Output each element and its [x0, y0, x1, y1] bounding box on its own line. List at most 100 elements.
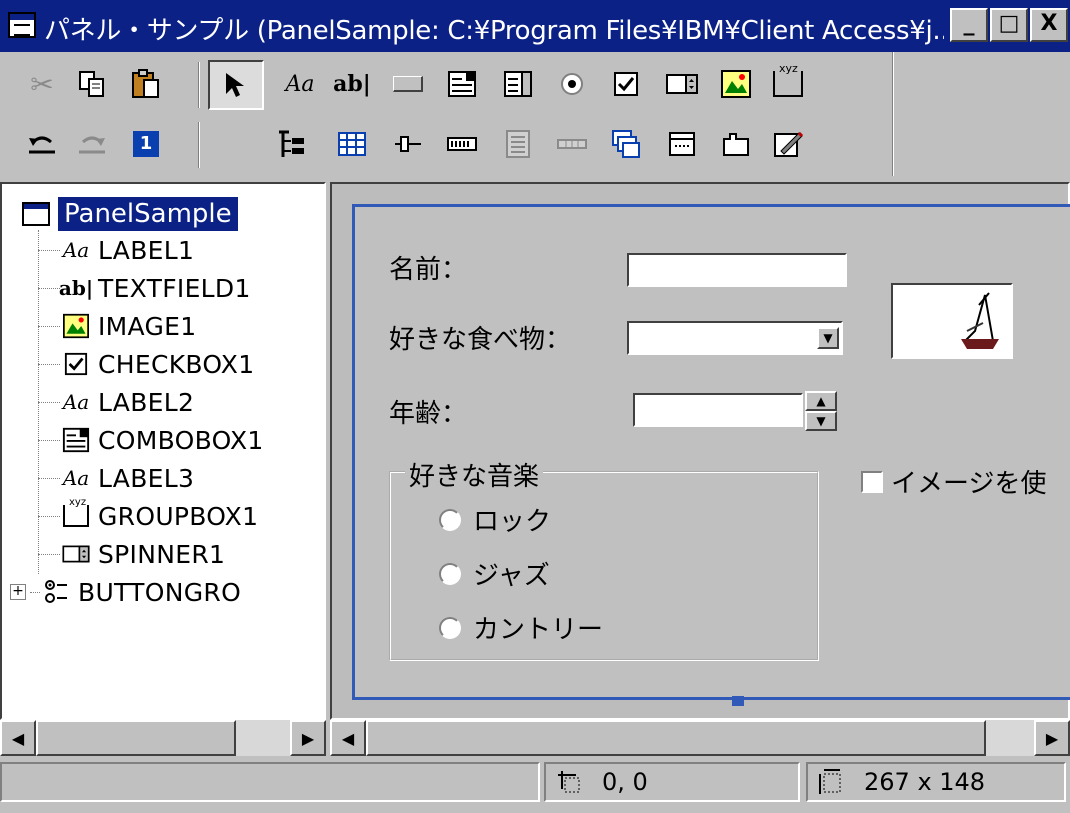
window-icon[interactable] — [8, 12, 36, 38]
form-tool-icon[interactable] — [496, 122, 540, 166]
ship-image-icon — [961, 292, 999, 349]
radio-circle-icon — [439, 616, 461, 639]
image-checkbox[interactable]: イメージを使 — [861, 463, 1070, 500]
table-tool-icon[interactable] — [330, 122, 374, 166]
size-icon — [816, 768, 846, 796]
checkbox-icon — [60, 350, 92, 378]
scroll-left-icon[interactable]: ◀ — [0, 720, 36, 756]
image-tool-icon[interactable] — [714, 62, 758, 106]
tree-tool-icon[interactable] — [270, 122, 314, 166]
redo-icon[interactable] — [70, 122, 114, 166]
tree-item-label: LABEL3 — [98, 463, 195, 493]
menu-tool-icon[interactable] — [660, 122, 704, 166]
edit-tool-icon[interactable] — [766, 122, 810, 166]
radio-circle-icon — [439, 562, 461, 585]
pointer-tool-icon[interactable] — [208, 60, 264, 110]
combobox-tool-icon[interactable] — [440, 62, 484, 106]
tabbed-tool-icon[interactable] — [714, 122, 758, 166]
expand-icon[interactable]: + — [10, 584, 26, 600]
tree-item-combobox1[interactable]: COMBOBOX1 — [38, 422, 264, 458]
name-field[interactable] — [627, 253, 847, 287]
tree-item-label: TEXTFIELD1 — [98, 273, 251, 303]
scroll-left-icon[interactable]: ◀ — [330, 720, 366, 756]
tree-item-label: SPINNER1 — [98, 539, 226, 569]
panel-preview[interactable]: 名前： 好きな食べ物： ▼ 年齢： ▲ ▼ 好きな音楽 ロック ジャズ カントリ… — [352, 204, 1070, 700]
status-size: 267 x 148 — [806, 762, 1066, 802]
paste-icon[interactable] — [124, 62, 168, 106]
line-tool-icon[interactable] — [550, 122, 594, 166]
radio-jazz[interactable]: ジャズ — [439, 555, 550, 592]
music-groupbox: 好きな音楽 ロック ジャズ カントリー — [389, 456, 819, 661]
tree-item-buttongroup[interactable]: + BUTTONGRO — [10, 574, 241, 610]
deck-tool-icon[interactable] — [604, 122, 648, 166]
tree-item-image1[interactable]: IMAGE1 — [38, 308, 196, 344]
component-tree: PanelSample Aa LABEL1 ab| TEXTFIELD1 IMA… — [0, 182, 326, 720]
tree-horizontal-scrollbar[interactable]: ◀ ▶ — [0, 720, 326, 756]
scroll-right-icon[interactable]: ▶ — [1034, 720, 1070, 756]
age-label: 年齢： — [389, 399, 468, 429]
resize-handle[interactable] — [732, 696, 744, 706]
status-bar: 0, 0 267 x 148 — [0, 756, 1070, 813]
buttongroup-icon — [40, 578, 72, 606]
label-tool-icon[interactable]: Aa — [278, 62, 322, 106]
status-message — [0, 762, 540, 802]
chevron-down-icon[interactable]: ▼ — [817, 327, 839, 349]
label-icon: Aa — [62, 466, 90, 490]
image-icon — [60, 312, 92, 340]
tree-item-checkbox1[interactable]: CHECKBOX1 — [38, 346, 254, 382]
spinner-tool-icon[interactable] — [660, 62, 704, 106]
scroll-thumb[interactable] — [36, 720, 236, 756]
design-horizontal-scrollbar[interactable]: ◀ ▶ — [330, 720, 1070, 756]
textfield-icon: ab| — [58, 276, 94, 300]
tree-item-textfield1[interactable]: ab| TEXTFIELD1 — [38, 270, 251, 306]
spinner-icon — [60, 540, 92, 568]
tree-item-label: CHECKBOX1 — [98, 349, 255, 379]
tree-item-label2[interactable]: Aa LABEL2 — [38, 384, 194, 420]
name-label: 名前： — [389, 255, 468, 285]
size-value: 267 x 148 — [864, 768, 986, 796]
combobox-icon — [60, 426, 92, 454]
tree-item-label3[interactable]: Aa LABEL3 — [38, 460, 194, 496]
age-spinner-buttons[interactable]: ▲ ▼ — [805, 391, 837, 431]
radio-rock[interactable]: ロック — [439, 501, 551, 538]
spin-down-icon[interactable]: ▼ — [805, 411, 837, 431]
tree-root-label: PanelSample — [58, 197, 238, 231]
tree-item-spinner1[interactable]: SPINNER1 — [38, 536, 225, 572]
status-position: 0, 0 — [544, 762, 800, 802]
tree-root-item[interactable]: PanelSample — [22, 196, 238, 232]
window-title: パネル・サンプル (PanelSample: C:¥Program Files¥… — [44, 16, 944, 46]
checkbox-square-icon — [861, 470, 883, 493]
label-icon: Aa — [62, 390, 90, 414]
undo-icon[interactable] — [20, 122, 64, 166]
food-combobox[interactable]: ▼ — [627, 321, 843, 355]
food-label: 好きな食べ物： — [389, 325, 572, 355]
radio-tool-icon[interactable] — [550, 62, 594, 106]
listbox-tool-icon[interactable] — [496, 62, 540, 106]
groupbox-tool-icon[interactable]: xyz — [766, 62, 810, 106]
radio-country[interactable]: カントリー — [439, 609, 603, 646]
toolbar-separator — [198, 122, 200, 168]
copy-icon[interactable] — [70, 62, 114, 106]
toolbar-separator — [892, 52, 894, 176]
tab-order-icon[interactable]: 1 — [124, 122, 168, 166]
button-tool-icon[interactable] — [386, 62, 430, 106]
slider-tool-icon[interactable] — [386, 122, 430, 166]
maximize-button[interactable]: □ — [990, 8, 1028, 42]
tree-item-label: IMAGE1 — [98, 311, 197, 341]
scroll-thumb[interactable] — [366, 720, 986, 756]
scroll-right-icon[interactable]: ▶ — [290, 720, 326, 756]
tree-item-label: COMBOBOX1 — [98, 425, 264, 455]
spin-up-icon[interactable]: ▲ — [805, 391, 837, 411]
cut-icon[interactable]: ✂ — [20, 62, 64, 106]
tree-item-label1[interactable]: Aa LABEL1 — [38, 232, 194, 268]
close-button[interactable]: X — [1030, 8, 1068, 42]
age-spinner-field[interactable] — [633, 393, 803, 427]
minimize-button[interactable]: _ — [950, 8, 988, 42]
textfield-tool-icon[interactable]: ab| — [330, 62, 374, 106]
tree-item-label: GROUPBOX1 — [98, 501, 259, 531]
progress-tool-icon[interactable] — [440, 122, 484, 166]
radio-circle-icon — [439, 508, 461, 531]
tree-item-groupbox1[interactable]: xyz GROUPBOX1 — [38, 497, 259, 534]
image1-preview[interactable] — [891, 283, 1013, 359]
checkbox-tool-icon[interactable] — [604, 62, 648, 106]
